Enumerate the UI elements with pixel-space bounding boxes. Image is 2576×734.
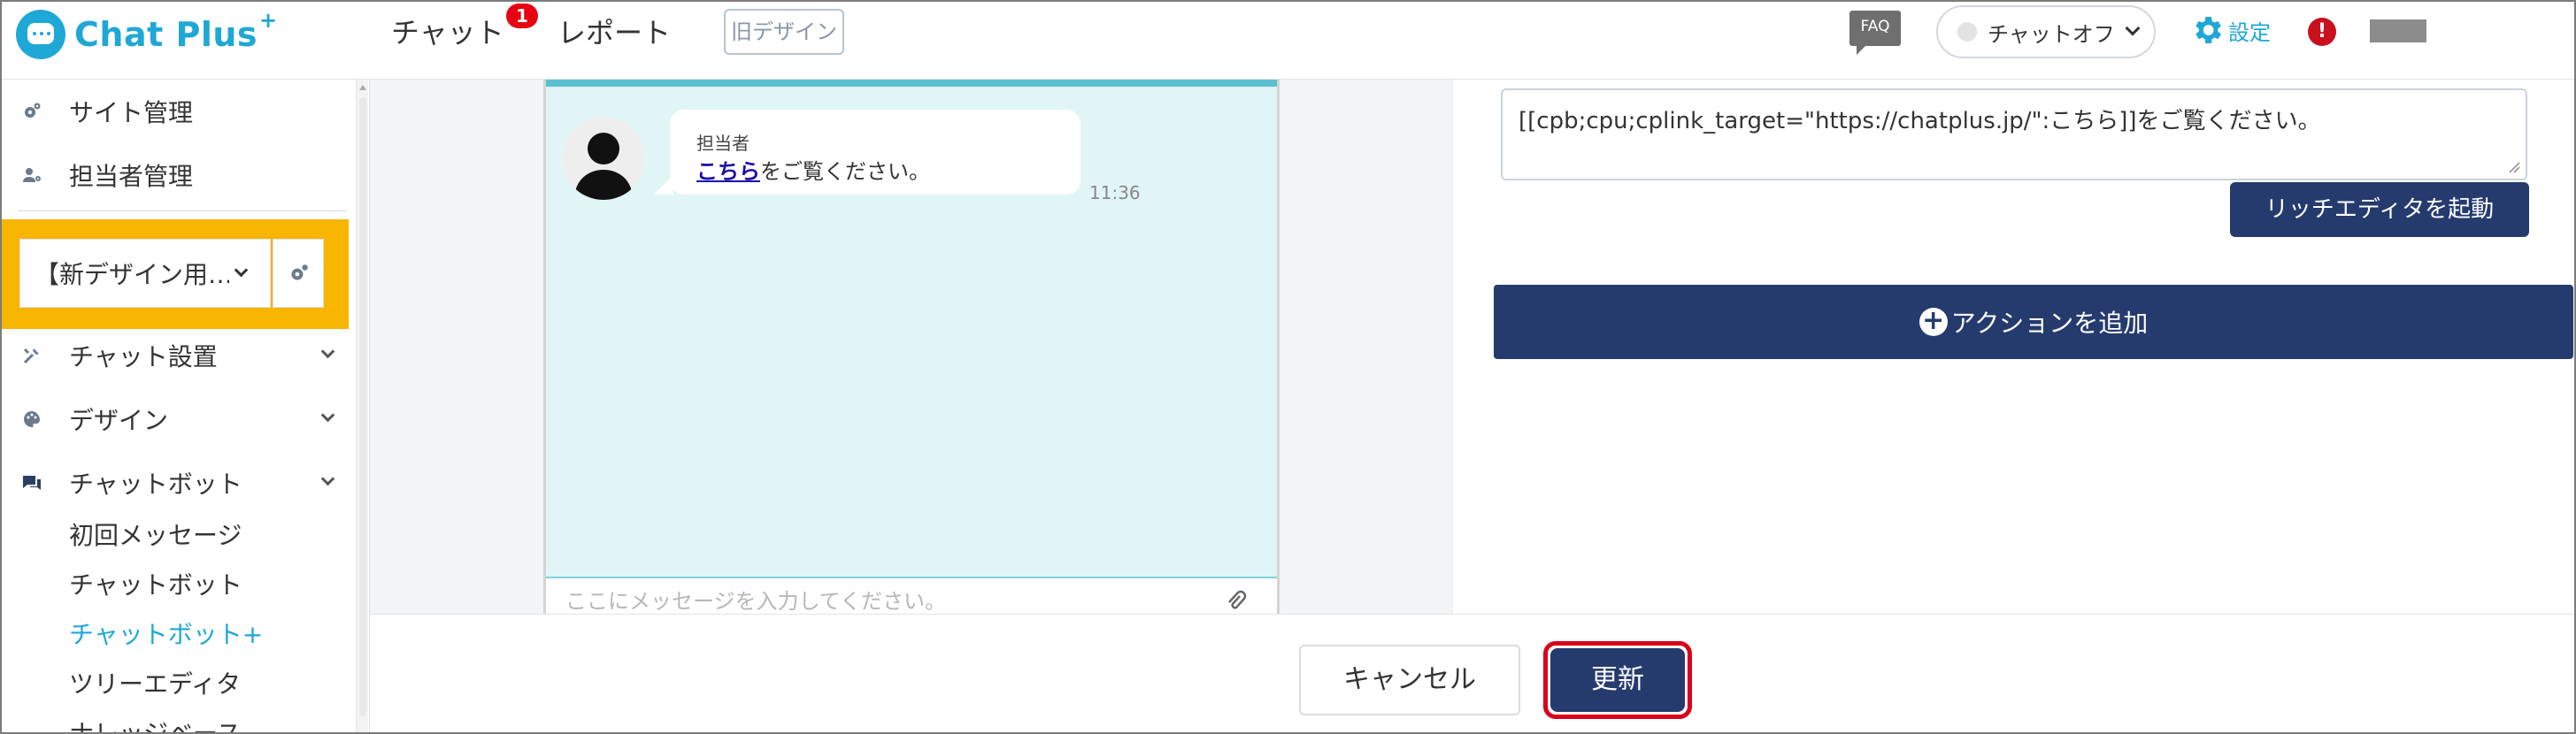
site-select-label: 【新デザイン用… [35,260,229,289]
add-action-label: アクションを追加 [1950,309,2149,338]
sidebar-item-label: サイト管理 [69,98,194,127]
chat-plus-logo[interactable]: Chat Plus + [16,7,277,62]
cancel-button[interactable]: キャンセル [1299,645,1520,715]
footer-actions: キャンセル 更新 [370,614,2574,732]
sidebar-item-label: チャット設置 [69,342,218,371]
logo-plus: + [259,8,278,33]
add-action-button[interactable]: + アクションを追加 [1494,285,2573,359]
sidebar-scrollbar[interactable] [356,80,368,732]
nav-chat-link[interactable]: チャット [391,11,504,51]
plus-circle-icon: + [1919,308,1948,336]
chat-bubbles-icon [21,472,42,493]
status-label: チャットオフ [1988,21,2115,47]
sender-name: 担当者 [696,133,750,154]
settings-link[interactable]: 設定 [2189,12,2271,48]
status-dot-icon [1957,22,1977,42]
gear-icon [291,264,308,280]
alert-icon[interactable]: ! [2308,18,2336,46]
update-button[interactable]: 更新 [1550,648,1685,712]
tools-icon [21,345,42,366]
sidebar-item-chat-install[interactable]: チャット設置 [2,329,356,382]
rich-editor-button[interactable]: リッチエディタを起動 [2230,182,2529,237]
main-content: 担当者 こちらをご覧ください。 11:36 ここにメッセージを入力してください。… [370,80,2574,614]
message-link[interactable]: こちら [696,159,760,184]
resize-handle-icon[interactable] [2508,161,2520,173]
panel-divider [1451,80,1453,614]
chevron-down-icon [234,263,249,277]
input-placeholder: ここにメッセージを入力してください。 [565,589,947,614]
operator-avatar [562,117,645,200]
sidebar-subitem-tree-editor[interactable]: ツリーエディタ [69,665,241,700]
message-textarea-value: [[cpb;cpu;cplink_target="https://chatplu… [1519,108,2321,134]
sidebar-subitem-knowledge-base[interactable]: ナレッジベース [69,715,242,732]
sidebar-item-label: 担当者管理 [69,162,194,191]
chat-notification-badge: 1 [506,4,538,28]
chevron-down-icon [320,408,335,423]
update-button-highlight: 更新 [1543,641,1692,719]
sidebar-item-chatbot[interactable]: チャットボット [2,456,356,509]
palette-icon [21,409,42,430]
sidebar: サイト管理 担当者管理 【新デザイン用… チャット設置 デザイン チャットボット… [2,80,370,732]
app-window: Chat Plus + チャット 1 レポート 旧デザイン FAQ チャットオフ… [0,0,2576,734]
nav-report-link[interactable]: レポート [557,11,671,51]
chat-status-dropdown[interactable]: チャットオフ [1936,5,2156,58]
message-rest: をご覧ください。 [760,159,930,184]
site-settings-button[interactable] [273,239,324,308]
chat-preview-window: 担当者 こちらをご覧ください。 11:36 ここにメッセージを入力してください。 [543,80,1280,614]
site-select-dropdown[interactable]: 【新デザイン用… [19,239,271,308]
site-selector-panel: 【新デザイン用… [2,219,349,329]
old-design-button[interactable]: 旧デザイン [724,9,844,55]
user-gear-icon [21,164,42,186]
chat-message-bubble: 担当者 こちらをご覧ください。 [654,110,1080,195]
gear-icon [2189,12,2225,48]
scrollbar-thumb[interactable] [359,97,366,716]
sidebar-subitem-chatbot[interactable]: チャットボット [69,566,242,601]
paperclip-icon[interactable] [1226,589,1247,614]
message-textarea[interactable]: [[cpb;cpu;cplink_target="https://chatplu… [1501,88,2527,180]
sidebar-item-design[interactable]: デザイン [2,393,356,446]
sidebar-item-label: デザイン [69,406,169,435]
chat-logo-icon [16,10,65,59]
gear-cog-icon [21,101,42,122]
chevron-down-icon [320,471,335,486]
chevron-down-icon [2125,20,2141,36]
chevron-down-icon [320,344,335,359]
sidebar-divider [18,210,347,211]
scroll-up-arrow-icon[interactable] [359,85,366,90]
settings-label: 設定 [2228,19,2271,45]
message-text: こちらをご覧ください。 [696,154,930,185]
top-header: Chat Plus + チャット 1 レポート 旧デザイン FAQ チャットオフ… [2,2,2574,80]
sidebar-item-site-management[interactable]: サイト管理 [2,85,356,138]
faq-icon[interactable]: FAQ [1849,11,1901,55]
chat-preview-topbar [546,80,1277,87]
message-time: 11:36 [1089,182,1141,203]
sidebar-subitem-chatbot-plus[interactable]: チャットボット+ [69,615,263,651]
chat-message-input[interactable]: ここにメッセージを入力してください。 [546,577,1277,614]
sidebar-item-staff-management[interactable]: 担当者管理 [2,149,356,202]
logo-text: Chat Plus [74,15,258,54]
user-menu[interactable] [2370,19,2426,42]
sidebar-subitem-first-message[interactable]: 初回メッセージ [69,516,242,552]
sidebar-item-label: チャットボット [69,470,242,499]
